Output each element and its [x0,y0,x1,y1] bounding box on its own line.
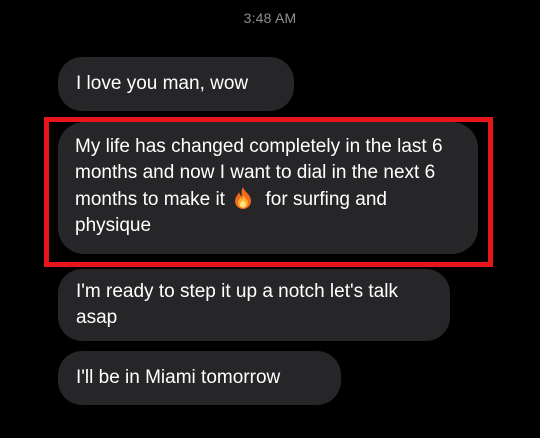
message-bubble-highlighted[interactable]: My life has changed completely in the la… [58,122,478,254]
message-text: I'm ready to step it up a notch let's ta… [76,281,398,328]
message-bubble[interactable]: I'm ready to step it up a notch let's ta… [58,269,450,341]
fire-emoji-icon [232,186,254,210]
message-timestamp: 3:48 AM [243,10,297,26]
message-bubble[interactable]: I'll be in Miami tomorrow [58,351,341,405]
message-text-part-1: My life has changed completely in the la… [75,136,443,210]
message-text: I love you man, wow [76,73,249,94]
message-bubble[interactable]: I love you man, wow [58,57,294,111]
message-text: I'll be in Miami tomorrow [76,367,281,388]
